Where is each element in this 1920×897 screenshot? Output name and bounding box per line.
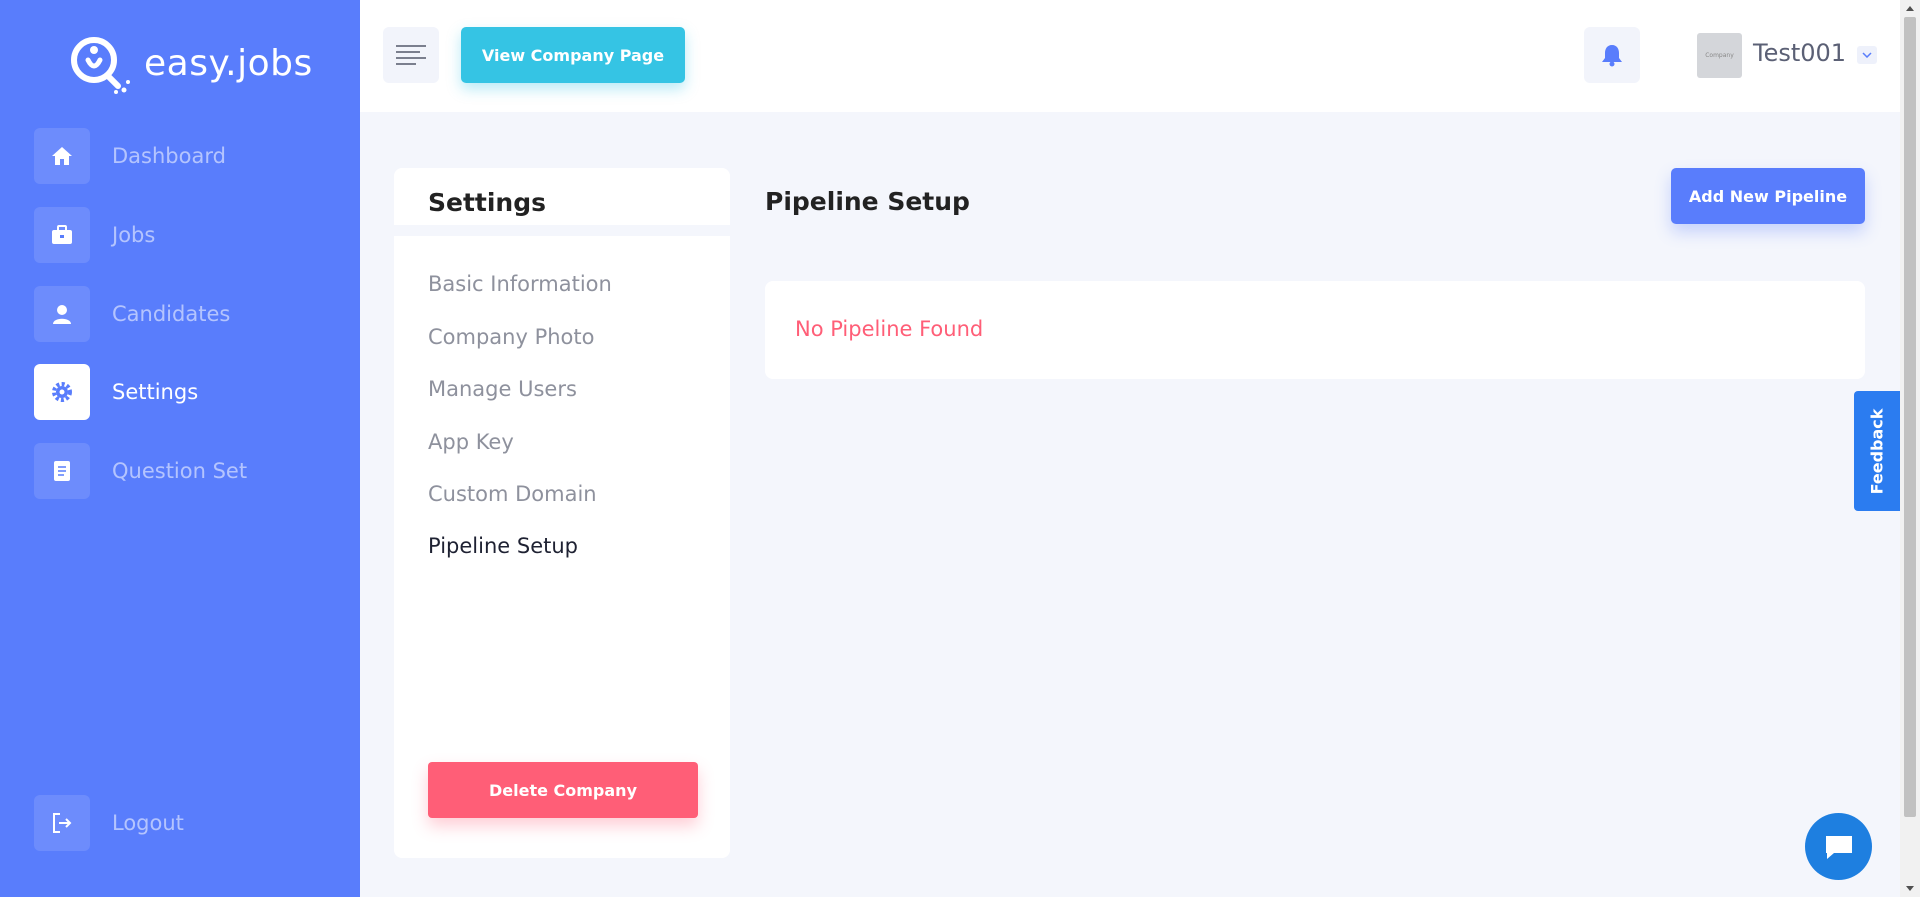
feedback-tab[interactable]: Feedback <box>1854 391 1900 511</box>
logout-icon <box>34 795 90 851</box>
sidebar-item-question-set[interactable]: Question Set <box>34 443 247 499</box>
sidebar-item-candidates[interactable]: Candidates <box>34 286 230 342</box>
briefcase-icon <box>34 207 90 263</box>
settings-title: Settings <box>394 168 730 236</box>
sidebar-item-dashboard[interactable]: Dashboard <box>34 128 226 184</box>
home-icon <box>34 128 90 184</box>
settings-menu-basic-information[interactable]: Basic Information <box>428 272 612 296</box>
settings-panel: Settings Basic Information Company Photo… <box>394 168 730 858</box>
scroll-up-button[interactable] <box>1900 0 1920 17</box>
username[interactable]: Test001 <box>1753 39 1846 67</box>
hamburger-icon <box>396 45 426 65</box>
easyjobs-logo-icon <box>71 37 130 94</box>
gear-icon <box>34 364 90 420</box>
sidebar-item-jobs[interactable]: Jobs <box>34 207 155 263</box>
logout-label: Logout <box>112 811 184 835</box>
sidebar-item-settings[interactable]: Settings <box>34 364 198 420</box>
scroll-thumb[interactable] <box>1904 17 1916 817</box>
sidebar-item-label: Candidates <box>112 302 231 326</box>
chevron-down-icon <box>1862 52 1872 58</box>
topbar: View Company Page Company Test001 <box>360 0 1900 112</box>
feedback-label: Feedback <box>1867 408 1887 494</box>
sidebar: easy.jobs Dashboard Jobs Candidates Sett… <box>0 0 360 897</box>
chat-button[interactable] <box>1805 813 1872 880</box>
arrow-up-icon <box>1906 6 1914 11</box>
logo-text: easy.jobs <box>144 42 313 84</box>
view-company-page-button[interactable]: View Company Page <box>461 27 685 83</box>
notification-button[interactable] <box>1584 27 1640 83</box>
arrow-down-icon <box>1906 886 1914 891</box>
empty-state-message: No Pipeline Found <box>795 317 984 341</box>
logout-button[interactable]: Logout <box>34 795 184 851</box>
user-menu-dropdown[interactable] <box>1857 46 1877 64</box>
settings-menu-company-photo[interactable]: Company Photo <box>428 325 594 349</box>
settings-menu-custom-domain[interactable]: Custom Domain <box>428 482 597 506</box>
settings-menu-app-key[interactable]: App Key <box>428 430 514 454</box>
logo[interactable]: easy.jobs <box>66 32 313 94</box>
add-new-pipeline-button[interactable]: Add New Pipeline <box>1671 168 1865 224</box>
page-title: Pipeline Setup <box>765 187 970 216</box>
settings-menu-manage-users[interactable]: Manage Users <box>428 377 577 401</box>
sidebar-item-label: Dashboard <box>112 144 226 168</box>
empty-state-card: No Pipeline Found <box>765 281 1865 379</box>
chat-icon <box>1825 835 1852 859</box>
sidebar-item-label: Jobs <box>112 223 156 247</box>
document-icon <box>34 443 90 499</box>
company-avatar[interactable]: Company <box>1697 33 1742 78</box>
scrollbar[interactable] <box>1900 0 1920 897</box>
scroll-down-button[interactable] <box>1900 880 1920 897</box>
user-icon <box>34 286 90 342</box>
settings-menu-pipeline-setup[interactable]: Pipeline Setup <box>428 534 578 558</box>
sidebar-item-label: Settings <box>112 380 199 404</box>
bell-icon <box>1602 45 1622 67</box>
delete-company-button[interactable]: Delete Company <box>428 762 698 818</box>
menu-toggle-button[interactable] <box>383 27 439 83</box>
sidebar-item-label: Question Set <box>112 459 248 483</box>
